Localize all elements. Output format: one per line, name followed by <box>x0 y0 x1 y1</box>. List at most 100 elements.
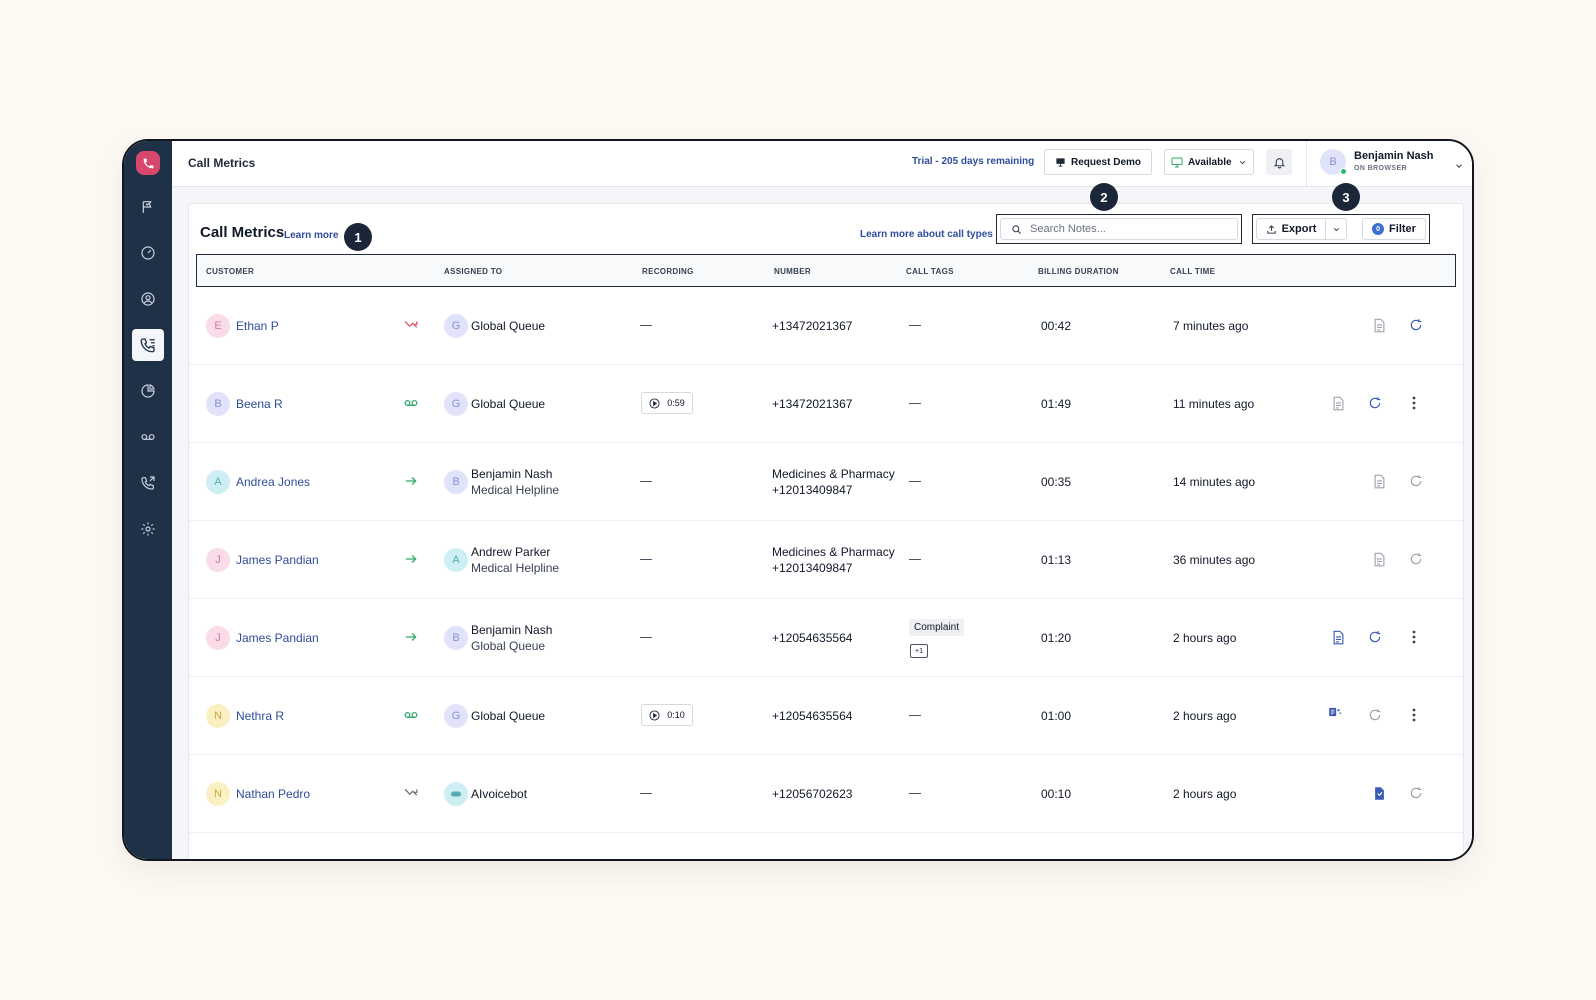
phone-number: +12056702623 <box>772 787 853 801</box>
more-options-icon[interactable] <box>1406 707 1422 723</box>
app-window: Call Metrics Trial - 205 days remaining … <box>122 139 1474 861</box>
billing-duration: 00:35 <box>1041 475 1072 489</box>
chevron-down-icon <box>1239 160 1246 164</box>
customer-name[interactable]: James Pandian <box>236 631 319 645</box>
phone-logo-icon[interactable] <box>136 151 160 175</box>
col-customer[interactable]: CUSTOMER <box>206 267 254 276</box>
col-call-time[interactable]: CALL TIME <box>1170 267 1215 276</box>
recording-player[interactable]: 0:59 <box>641 392 693 414</box>
more-options-icon[interactable] <box>1406 395 1422 411</box>
search-input[interactable] <box>1030 223 1220 235</box>
notes-icon[interactable] <box>1371 473 1387 489</box>
recording-length: 0:59 <box>667 398 685 408</box>
chevron-down-icon <box>1333 227 1339 231</box>
pie-chart-icon[interactable] <box>136 379 160 403</box>
col-billing-duration[interactable]: BILLING DURATION <box>1038 267 1119 276</box>
table-row[interactable]: A Andrea Jones B Benjamin Nash Medical H… <box>189 443 1463 521</box>
call-time: 36 minutes ago <box>1173 553 1256 567</box>
history-icon[interactable] <box>1408 785 1424 801</box>
history-icon[interactable] <box>1367 707 1383 723</box>
trial-notice[interactable]: Trial - 205 days remaining <box>912 156 1034 167</box>
col-call-tags[interactable]: CALL TAGS <box>906 267 954 276</box>
assignee-name: AIvoicebot <box>471 787 528 801</box>
recording-length: 0:10 <box>667 710 685 720</box>
customer-name[interactable]: Nethra R <box>236 709 284 723</box>
play-icon <box>649 397 660 409</box>
assignee-team: Medical Helpline <box>471 483 560 497</box>
flag-icon[interactable] <box>136 195 160 219</box>
customer-name[interactable]: James Pandian <box>236 553 319 567</box>
billing-duration: 01:00 <box>1041 709 1072 723</box>
more-tags-badge[interactable]: +1 <box>910 644 928 658</box>
call-time: 14 minutes ago <box>1173 475 1256 489</box>
user-name[interactable]: Benjamin Nash <box>1354 150 1433 162</box>
phone-outgoing-icon[interactable] <box>136 471 160 495</box>
billing-duration: 00:42 <box>1041 319 1072 333</box>
request-demo-button[interactable]: Request Demo <box>1044 149 1152 175</box>
call-time: 7 minutes ago <box>1173 319 1249 333</box>
billing-duration: 01:49 <box>1041 397 1072 411</box>
voicemail-icon[interactable] <box>136 425 160 449</box>
col-recording[interactable]: RECORDING <box>642 267 694 276</box>
history-icon[interactable] <box>1408 317 1424 333</box>
table-row[interactable]: B Beena R G Global Queue 0:59 +134720213… <box>189 365 1463 443</box>
phone-number: +12054635564 <box>772 709 853 723</box>
notes-icon[interactable] <box>1330 629 1346 645</box>
transcript-icon[interactable] <box>1371 785 1387 801</box>
gauge-icon[interactable] <box>136 241 160 265</box>
learn-more-call-types-link[interactable]: Learn more about call types <box>860 229 993 240</box>
no-recording-dash <box>640 481 652 482</box>
customer-name[interactable]: Andrea Jones <box>236 475 310 489</box>
notes-icon[interactable] <box>1330 395 1346 411</box>
history-icon[interactable] <box>1408 473 1424 489</box>
no-tags-dash <box>909 559 921 560</box>
incoming-call-icon <box>403 551 419 567</box>
col-number[interactable]: NUMBER <box>774 267 811 276</box>
table-row[interactable]: J James Pandian A Andrew Parker Medical … <box>189 521 1463 599</box>
history-icon[interactable] <box>1367 395 1383 411</box>
phone-number: +13472021367 <box>772 319 853 333</box>
customer-name[interactable]: Beena R <box>236 397 283 411</box>
more-options-icon[interactable] <box>1406 629 1422 645</box>
availability-dropdown[interactable]: Available <box>1164 149 1254 175</box>
notes-icon[interactable] <box>1371 551 1387 567</box>
no-tags-dash <box>909 325 921 326</box>
call-tag[interactable]: Complaint <box>909 619 965 636</box>
export-button[interactable]: Export <box>1256 218 1326 240</box>
sidebar <box>124 141 172 859</box>
billing-duration: 01:13 <box>1041 553 1072 567</box>
assignee-name: Benjamin Nash <box>471 623 553 637</box>
customer-avatar: N <box>206 704 230 728</box>
table-row[interactable]: E Ethan P G Global Queue +13472021367 00… <box>189 287 1463 365</box>
user-status: ON BROWSER <box>1354 165 1407 172</box>
export-options-button[interactable] <box>1325 218 1347 240</box>
search-box <box>1000 218 1238 240</box>
history-icon[interactable] <box>1408 551 1424 567</box>
gear-icon[interactable] <box>136 517 160 541</box>
notes-icon[interactable] <box>1371 317 1387 333</box>
call-time: 2 hours ago <box>1173 709 1237 723</box>
filter-button[interactable]: 0 Filter <box>1362 218 1426 240</box>
col-assigned-to[interactable]: ASSIGNED TO <box>444 267 502 276</box>
assignee-name: Global Queue <box>471 709 546 723</box>
recording-player[interactable]: 0:10 <box>641 704 693 726</box>
customer-avatar: E <box>206 314 230 338</box>
call-time: 2 hours ago <box>1173 787 1237 801</box>
ai-summary-icon[interactable] <box>1327 704 1343 720</box>
table-row[interactable]: N Nethra R G Global Queue 0:10 +12054635… <box>189 677 1463 755</box>
missed-call-icon <box>403 785 419 801</box>
customer-name[interactable]: Ethan P <box>236 319 279 333</box>
play-icon <box>649 709 660 721</box>
learn-more-link[interactable]: Learn more <box>284 230 338 241</box>
chevron-down-icon[interactable] <box>1454 158 1464 176</box>
call-log-icon[interactable] <box>132 329 164 361</box>
table-row[interactable]: J James Pandian B Benjamin Nash Global Q… <box>189 599 1463 677</box>
assignee-team: Global Queue <box>471 639 546 653</box>
table-row[interactable]: N Nathan Pedro AIvoicebot +12056702623 0… <box>189 755 1463 833</box>
user-circle-icon[interactable] <box>136 287 160 311</box>
no-tags-dash <box>909 715 921 716</box>
customer-name[interactable]: Nathan Pedro <box>236 787 310 801</box>
notifications-button[interactable] <box>1266 149 1292 175</box>
history-icon[interactable] <box>1367 629 1383 645</box>
table-header: CUSTOMER ASSIGNED TO RECORDING NUMBER CA… <box>196 254 1456 287</box>
